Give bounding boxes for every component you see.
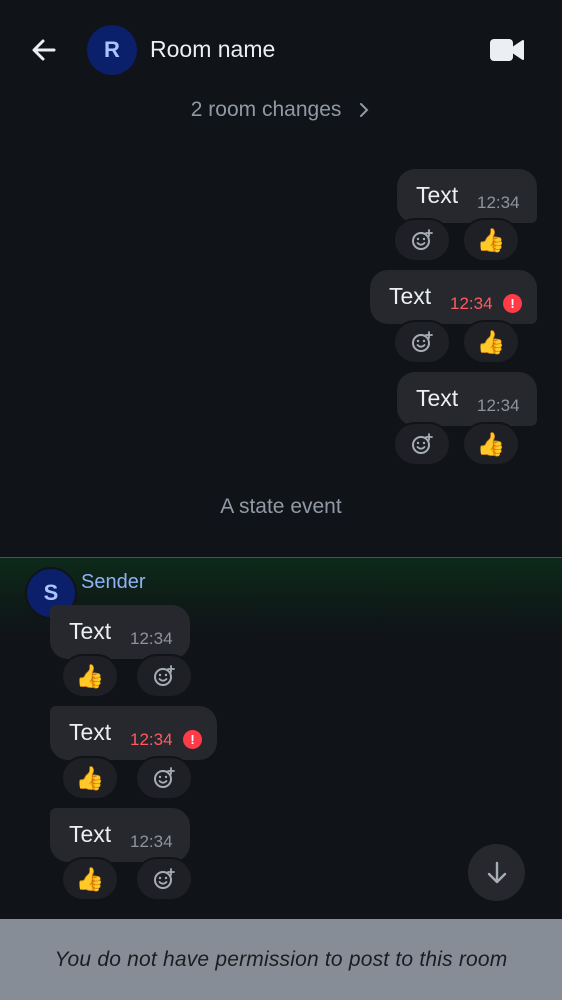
message-text: Text [416, 385, 459, 411]
reaction-thumbs-up[interactable]: 👍 [462, 320, 520, 364]
add-reaction-icon [154, 767, 175, 788]
reaction-thumbs-up[interactable]: 👍 [462, 218, 520, 262]
thumbs-up-icon: 👍 [476, 328, 506, 355]
message-text: Text [69, 821, 112, 847]
outgoing-message-bubble[interactable]: Text 12:34 [397, 169, 537, 223]
message-text: Text [69, 719, 112, 745]
room-changes-label: 2 room changes [190, 98, 342, 121]
add-reaction-button[interactable] [393, 320, 451, 364]
message-timestamp: 12:34 [450, 294, 493, 313]
arrow-down-icon [487, 861, 506, 883]
add-reaction-button[interactable] [135, 654, 193, 698]
chevron-right-icon [360, 103, 369, 117]
thumbs-up-icon: 👍 [75, 764, 105, 791]
video-call-icon [490, 39, 524, 61]
top-app-bar: R Room name [0, 0, 562, 100]
message-timestamp: 12:34 [130, 832, 173, 851]
message-text: Text [389, 283, 432, 309]
state-event: A state event [220, 495, 342, 518]
incoming-message-bubble[interactable]: Text 12:34 [50, 605, 190, 659]
room-avatar[interactable]: R [87, 25, 137, 75]
reaction-thumbs-up[interactable]: 👍 [462, 422, 520, 466]
incoming-message-bubble[interactable]: Text 12:34 [50, 808, 190, 862]
send-failed-icon[interactable]: ! [183, 730, 202, 749]
add-reaction-button[interactable] [393, 422, 451, 466]
room-name[interactable]: Room name [150, 36, 275, 63]
message-timestamp: 12:34 [477, 396, 520, 415]
add-reaction-icon [154, 868, 175, 889]
thumbs-up-icon: 👍 [476, 226, 506, 253]
video-call-button[interactable] [488, 34, 526, 66]
thumbs-up-icon: 👍 [75, 865, 105, 892]
add-reaction-button[interactable] [393, 218, 451, 262]
add-reaction-icon [154, 665, 175, 686]
add-reaction-icon [412, 229, 433, 250]
reaction-thumbs-up[interactable]: 👍 [61, 756, 119, 800]
arrow-left-icon [32, 39, 56, 61]
outgoing-message-bubble[interactable]: Text 12:34 ! [370, 270, 537, 324]
message-timestamp: 12:34 [477, 193, 520, 212]
reaction-thumbs-up[interactable]: 👍 [61, 654, 119, 698]
add-reaction-icon [412, 433, 433, 454]
scroll-to-bottom-button[interactable] [468, 844, 525, 901]
thumbs-up-icon: 👍 [476, 430, 506, 457]
thumbs-up-icon: 👍 [75, 662, 105, 689]
message-timestamp: 12:34 [130, 629, 173, 648]
add-reaction-button[interactable] [135, 756, 193, 800]
add-reaction-button[interactable] [135, 857, 193, 901]
message-timestamp: 12:34 [130, 730, 173, 749]
reaction-thumbs-up[interactable]: 👍 [61, 857, 119, 901]
message-text: Text [416, 182, 459, 208]
composer-disabled-notice: You do not have permission to post to th… [0, 919, 562, 1000]
back-button[interactable] [28, 34, 60, 66]
outgoing-message-bubble[interactable]: Text 12:34 [397, 372, 537, 426]
add-reaction-icon [412, 331, 433, 352]
permission-notice-text: You do not have permission to post to th… [54, 947, 508, 971]
send-failed-icon[interactable]: ! [503, 294, 522, 313]
sender-name[interactable]: Sender [81, 571, 146, 594]
room-changes-row[interactable]: 2 room changes [0, 98, 562, 122]
message-text: Text [69, 618, 112, 644]
incoming-message-bubble[interactable]: Text 12:34 ! [50, 706, 217, 760]
